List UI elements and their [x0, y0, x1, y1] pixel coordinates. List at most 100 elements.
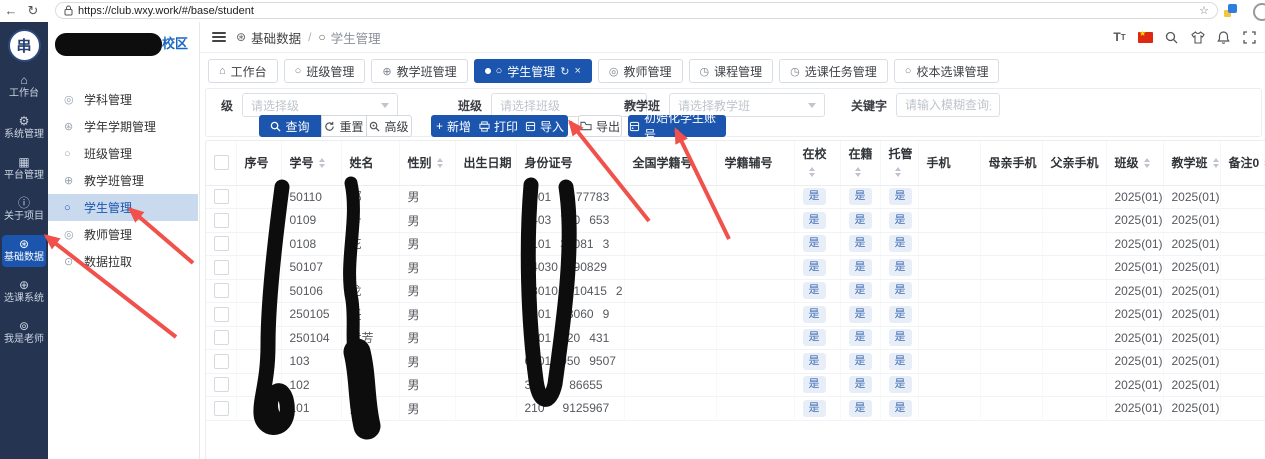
- language-flag-icon[interactable]: ★: [1138, 30, 1153, 45]
- sort-icon[interactable]: [437, 155, 443, 171]
- address-bar[interactable]: https://club.wxy.work/#/base/student ☆: [55, 2, 1218, 19]
- tab-school-course-mgmt[interactable]: ○校本选课管理: [894, 59, 1000, 83]
- row-checkbox[interactable]: [214, 401, 229, 416]
- browser-back-icon[interactable]: ←: [0, 0, 22, 22]
- yes-badge: 是: [849, 329, 872, 346]
- sidebar-item-subject-mgmt[interactable]: ◎学科管理: [48, 86, 198, 113]
- grade-select[interactable]: 请选择级: [242, 93, 398, 117]
- row-checkbox[interactable]: [214, 260, 229, 275]
- rail-item-about[interactable]: ⓘ关于项目: [2, 194, 46, 226]
- cell-mother_phone: [980, 185, 1042, 209]
- cell-remark: [1220, 326, 1265, 350]
- col-header-in_school[interactable]: 在校: [794, 141, 840, 185]
- clock-icon: ◷: [790, 65, 800, 78]
- font-size-icon[interactable]: TT: [1112, 30, 1127, 45]
- sort-icon[interactable]: [855, 164, 861, 180]
- cell-teach_class: 2025(01): [1163, 209, 1220, 233]
- cell-id_no: 44030990829: [516, 256, 624, 280]
- col-header-registered[interactable]: 在籍: [840, 141, 880, 185]
- browser-profile-icon[interactable]: [1253, 3, 1265, 21]
- col-header-remark[interactable]: 备注0: [1220, 141, 1265, 185]
- col-label: 身份证号: [525, 154, 573, 171]
- cell-student_no: 103: [281, 350, 341, 374]
- import-button[interactable]: 导入: [521, 115, 568, 137]
- reset-button[interactable]: 重置: [321, 115, 367, 137]
- cell-id_no: 4401920431: [516, 326, 624, 350]
- tab-class-mgmt[interactable]: ○班级管理: [284, 59, 366, 83]
- col-label: 教学班: [1172, 154, 1208, 171]
- cell-clazz: 2025(01): [1106, 209, 1163, 233]
- bell-icon[interactable]: [1216, 30, 1231, 45]
- rail-item-platform[interactable]: ▦平台管理: [2, 153, 46, 185]
- sidebar-item-term-mgmt[interactable]: ⊛学年学期管理: [48, 113, 198, 140]
- row-checkbox[interactable]: [214, 213, 229, 228]
- cell-student_no: 250105: [281, 303, 341, 327]
- sidebar-item-teacher-mgmt[interactable]: ◎教师管理: [48, 221, 198, 248]
- row-checkbox[interactable]: [214, 236, 229, 251]
- col-header-teach_class[interactable]: 教学班: [1163, 141, 1220, 185]
- circle-icon: ○: [318, 30, 325, 44]
- print-button[interactable]: 打印: [476, 115, 521, 137]
- export-button[interactable]: 导出: [578, 115, 622, 137]
- row-checkbox[interactable]: [214, 377, 229, 392]
- cell-national_no: [624, 397, 716, 421]
- sidebar-item-student-mgmt[interactable]: ○学生管理: [48, 194, 198, 221]
- cell-id_no: 320986655: [516, 373, 624, 397]
- col-header-trusteeship[interactable]: 托管: [880, 141, 918, 185]
- keyword-input[interactable]: [896, 93, 1000, 117]
- rail-item-teacher[interactable]: ⊚我是老师: [2, 317, 46, 349]
- cell-checkbox: [206, 279, 236, 303]
- row-checkbox[interactable]: [214, 189, 229, 204]
- row-checkbox[interactable]: [214, 307, 229, 322]
- collapse-menu-icon[interactable]: [212, 30, 226, 44]
- tab-close-icon[interactable]: ×: [574, 65, 580, 77]
- init-student-accounts-button[interactable]: 初始化学生账号: [628, 115, 726, 137]
- sort-icon[interactable]: [319, 155, 325, 171]
- rail-item-system[interactable]: ⚙系统管理: [2, 112, 46, 144]
- yes-badge: 是: [803, 235, 826, 252]
- sort-icon[interactable]: [1144, 155, 1150, 171]
- col-header-gender[interactable]: 性别: [399, 141, 455, 185]
- tab-refresh-icon[interactable]: ↻: [560, 65, 569, 78]
- row-checkbox[interactable]: [214, 283, 229, 298]
- cell-aux_no: [716, 350, 794, 374]
- search-button[interactable]: 查询: [259, 115, 321, 137]
- cell-student_no: 50110: [281, 185, 341, 209]
- tab-course-task-mgmt[interactable]: ◷选课任务管理: [779, 59, 888, 83]
- tab-workbench[interactable]: ⌂工作台: [208, 59, 278, 83]
- cell-teach_class: 2025(01): [1163, 232, 1220, 256]
- col-header-birth[interactable]: 出生日期: [455, 141, 516, 185]
- circle-icon: ○: [496, 65, 503, 77]
- cell-birth: [455, 326, 516, 350]
- sort-icon[interactable]: [895, 164, 901, 180]
- col-header-student_no[interactable]: 学号: [281, 141, 341, 185]
- sidebar-item-class-mgmt[interactable]: ○班级管理: [48, 140, 198, 167]
- row-checkbox[interactable]: [214, 354, 229, 369]
- row-checkbox[interactable]: [214, 330, 229, 345]
- select-all-checkbox[interactable]: [214, 155, 229, 170]
- theme-shirt-icon[interactable]: [1190, 30, 1205, 45]
- sidebar-item-data-pull[interactable]: ⊙数据拉取: [48, 248, 198, 275]
- search-icon[interactable]: [1164, 30, 1179, 45]
- bookmark-star-icon[interactable]: ☆: [1199, 4, 1209, 17]
- rail-item-base-data[interactable]: ⊛基础数据: [2, 235, 46, 267]
- advanced-button[interactable]: 高级: [366, 115, 412, 137]
- sort-icon[interactable]: [1213, 155, 1219, 171]
- tab-student-mgmt[interactable]: ○ 学生管理 ↻ ×: [474, 59, 592, 83]
- rail-item-course-select[interactable]: ⊕选课系统: [2, 276, 46, 308]
- sort-icon[interactable]: [809, 164, 815, 180]
- col-header-clazz[interactable]: 班级: [1106, 141, 1163, 185]
- fullscreen-icon[interactable]: [1242, 30, 1257, 45]
- sidebar-item-teach-class-mgmt[interactable]: ⊕教学班管理: [48, 167, 198, 194]
- tab-course-mgmt[interactable]: ◷课程管理: [689, 59, 774, 83]
- plus-icon: +: [436, 119, 443, 133]
- rail-item-workbench[interactable]: ⌂工作台: [2, 71, 46, 103]
- yes-badge: 是: [803, 306, 826, 323]
- cell-national_no: [624, 209, 716, 233]
- browser-refresh-icon[interactable]: ↻: [22, 0, 44, 22]
- translate-icon[interactable]: [1224, 4, 1237, 17]
- breadcrumb-section[interactable]: 基础数据: [251, 28, 301, 47]
- tab-teach-class-mgmt[interactable]: ⊕教学班管理: [371, 59, 467, 83]
- add-button[interactable]: +新增: [431, 115, 476, 137]
- tab-teacher-mgmt[interactable]: ◎教师管理: [598, 59, 683, 83]
